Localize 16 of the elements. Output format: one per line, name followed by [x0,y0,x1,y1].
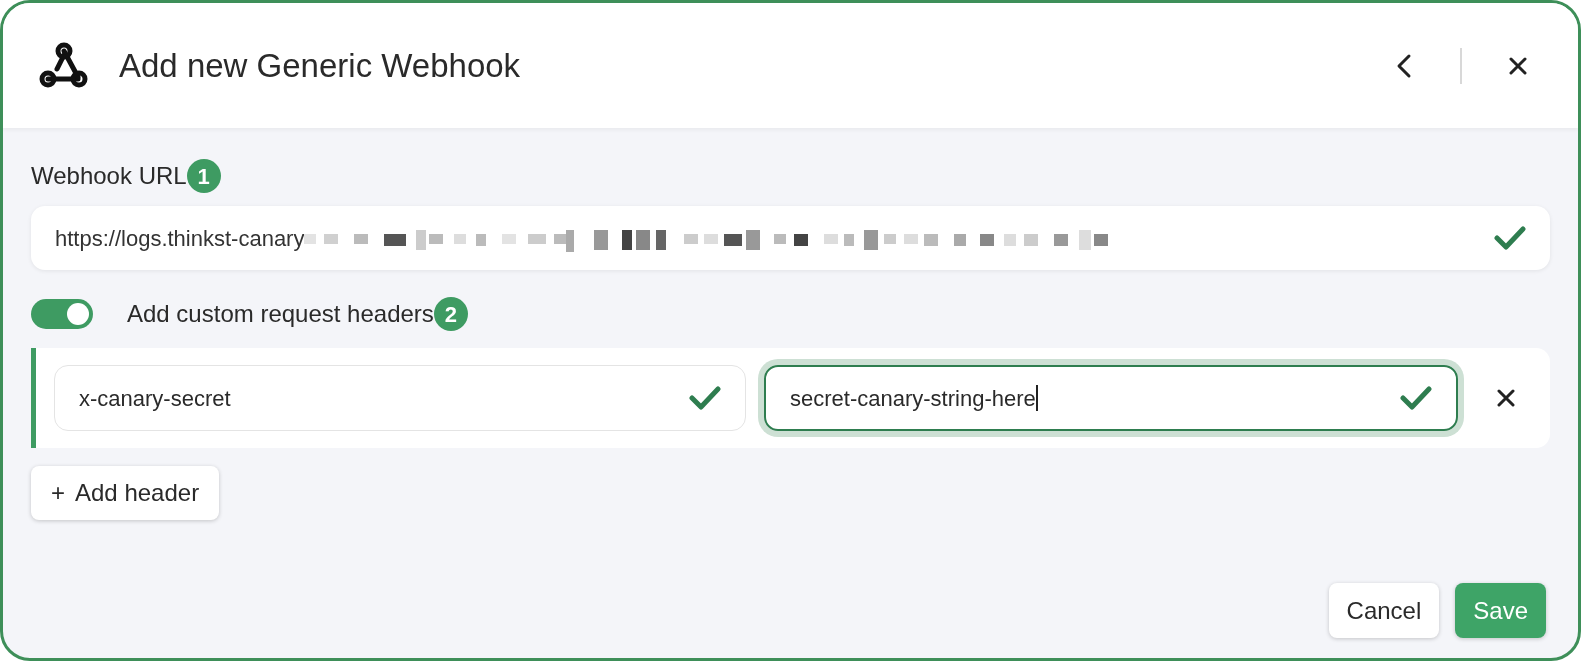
chevron-left-icon [1395,52,1413,79]
url-field[interactable]: https://logs.thinkst-canary [31,206,1550,270]
add-header-button[interactable]: + Add header [31,466,220,520]
url-value: https://logs.thinkst-canary [55,224,305,253]
header-name-field[interactable]: x-canary-secret [54,365,746,431]
toggle-switch[interactable] [31,299,93,329]
field-label: Webhook URL [31,161,187,191]
header-value-text: secret-canary-string-here [790,384,1036,413]
step-badge: 1 [186,159,221,193]
close-icon [1497,389,1515,407]
close-icon [1508,55,1528,76]
header-name-value: x-canary-secret [79,384,232,413]
step-badge: 2 [433,297,468,331]
cancel-button[interactable]: Cancel [1328,583,1440,638]
toggle-label: Add custom request headers [127,299,434,329]
dialog-title: Add new Generic Webhook [119,45,522,86]
